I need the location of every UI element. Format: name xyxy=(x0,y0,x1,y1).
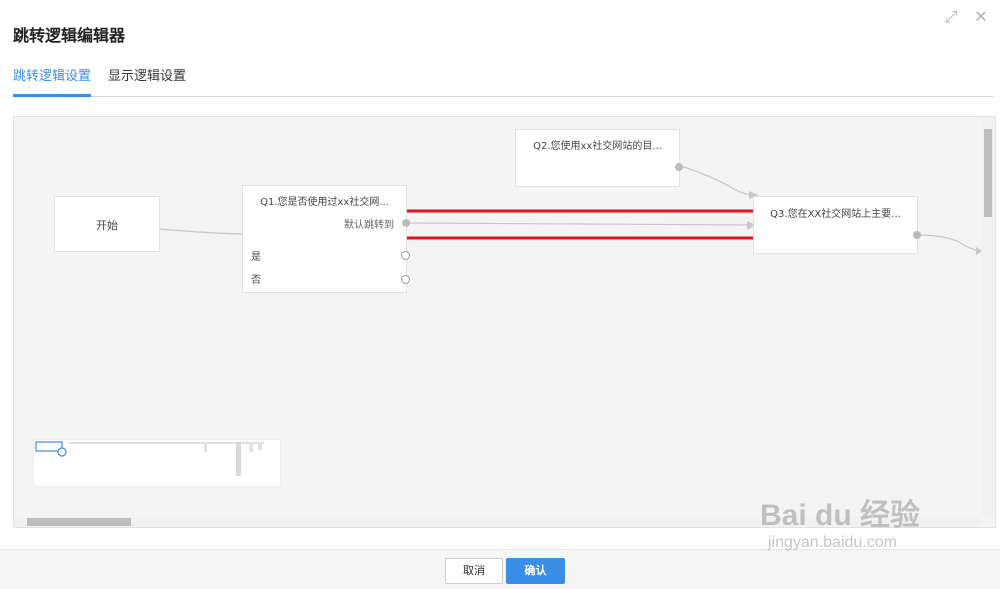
q1-title: Q1.您是否使用过xx社交网... xyxy=(260,197,389,208)
q1-option-no-port[interactable] xyxy=(401,275,410,284)
vertical-scrollbar[interactable] xyxy=(981,117,994,517)
q1-default-jump-label: 默认跳转到 xyxy=(344,220,394,231)
start-node-label: 开始 xyxy=(96,219,118,232)
q2-out-port[interactable] xyxy=(675,163,683,171)
dialog-title: 跳转逻辑编辑器 xyxy=(13,26,126,45)
dialog-footer: 取消 确认 xyxy=(0,549,1000,589)
minimap[interactable] xyxy=(33,439,281,487)
q1-option-no: 否 xyxy=(251,275,261,286)
vertical-scroll-thumb[interactable] xyxy=(984,129,992,217)
q3-node[interactable]: Q3.您在XX社交网站上主要... xyxy=(753,196,921,254)
start-node[interactable]: 开始 xyxy=(54,196,160,252)
default-jump-line xyxy=(408,222,753,226)
confirm-button[interactable]: 确认 xyxy=(506,558,565,584)
watermark-brand: Bai du 经验 xyxy=(760,499,921,532)
tab-jump-logic[interactable]: 跳转逻辑设置 xyxy=(13,68,92,97)
q1-option-yes: 是 xyxy=(251,252,261,263)
minimap-preview xyxy=(35,441,264,476)
tab-display-logic[interactable]: 显示逻辑设置 xyxy=(108,68,186,94)
q3-title: Q3.您在XX社交网站上主要... xyxy=(770,209,901,220)
q2-to-q3-line xyxy=(680,165,757,196)
cancel-button[interactable]: 取消 xyxy=(445,558,503,584)
watermark-url: jingyan.baidu.com xyxy=(768,534,897,551)
q1-default-jump-port[interactable] xyxy=(402,219,410,227)
q3-out-line xyxy=(917,234,981,252)
q1-option-yes-port[interactable] xyxy=(401,251,410,260)
tab-bar: 跳转逻辑设置 显示逻辑设置 xyxy=(13,68,994,97)
watermark: Bai du 经验 jingyan.baidu.com xyxy=(760,490,920,552)
close-icon[interactable]: ✕ xyxy=(972,8,990,26)
q3-out-port[interactable] xyxy=(913,231,921,239)
q1-node[interactable]: Q1.您是否使用过xx社交网... 默认跳转到 是 否 xyxy=(242,185,410,293)
q2-node[interactable]: Q2.您使用xx社交网站的目... xyxy=(515,129,683,187)
maximize-icon[interactable]: ⤢ xyxy=(942,8,960,26)
flow-canvas[interactable]: 开始 Q1.您是否使用过xx社交网... 默认跳转到 是 否 Q2.您使用xx社… xyxy=(13,116,996,528)
q2-title: Q2.您使用xx社交网站的目... xyxy=(533,141,662,152)
horizontal-scroll-thumb[interactable] xyxy=(27,518,131,526)
start-to-q1-line xyxy=(159,228,243,235)
